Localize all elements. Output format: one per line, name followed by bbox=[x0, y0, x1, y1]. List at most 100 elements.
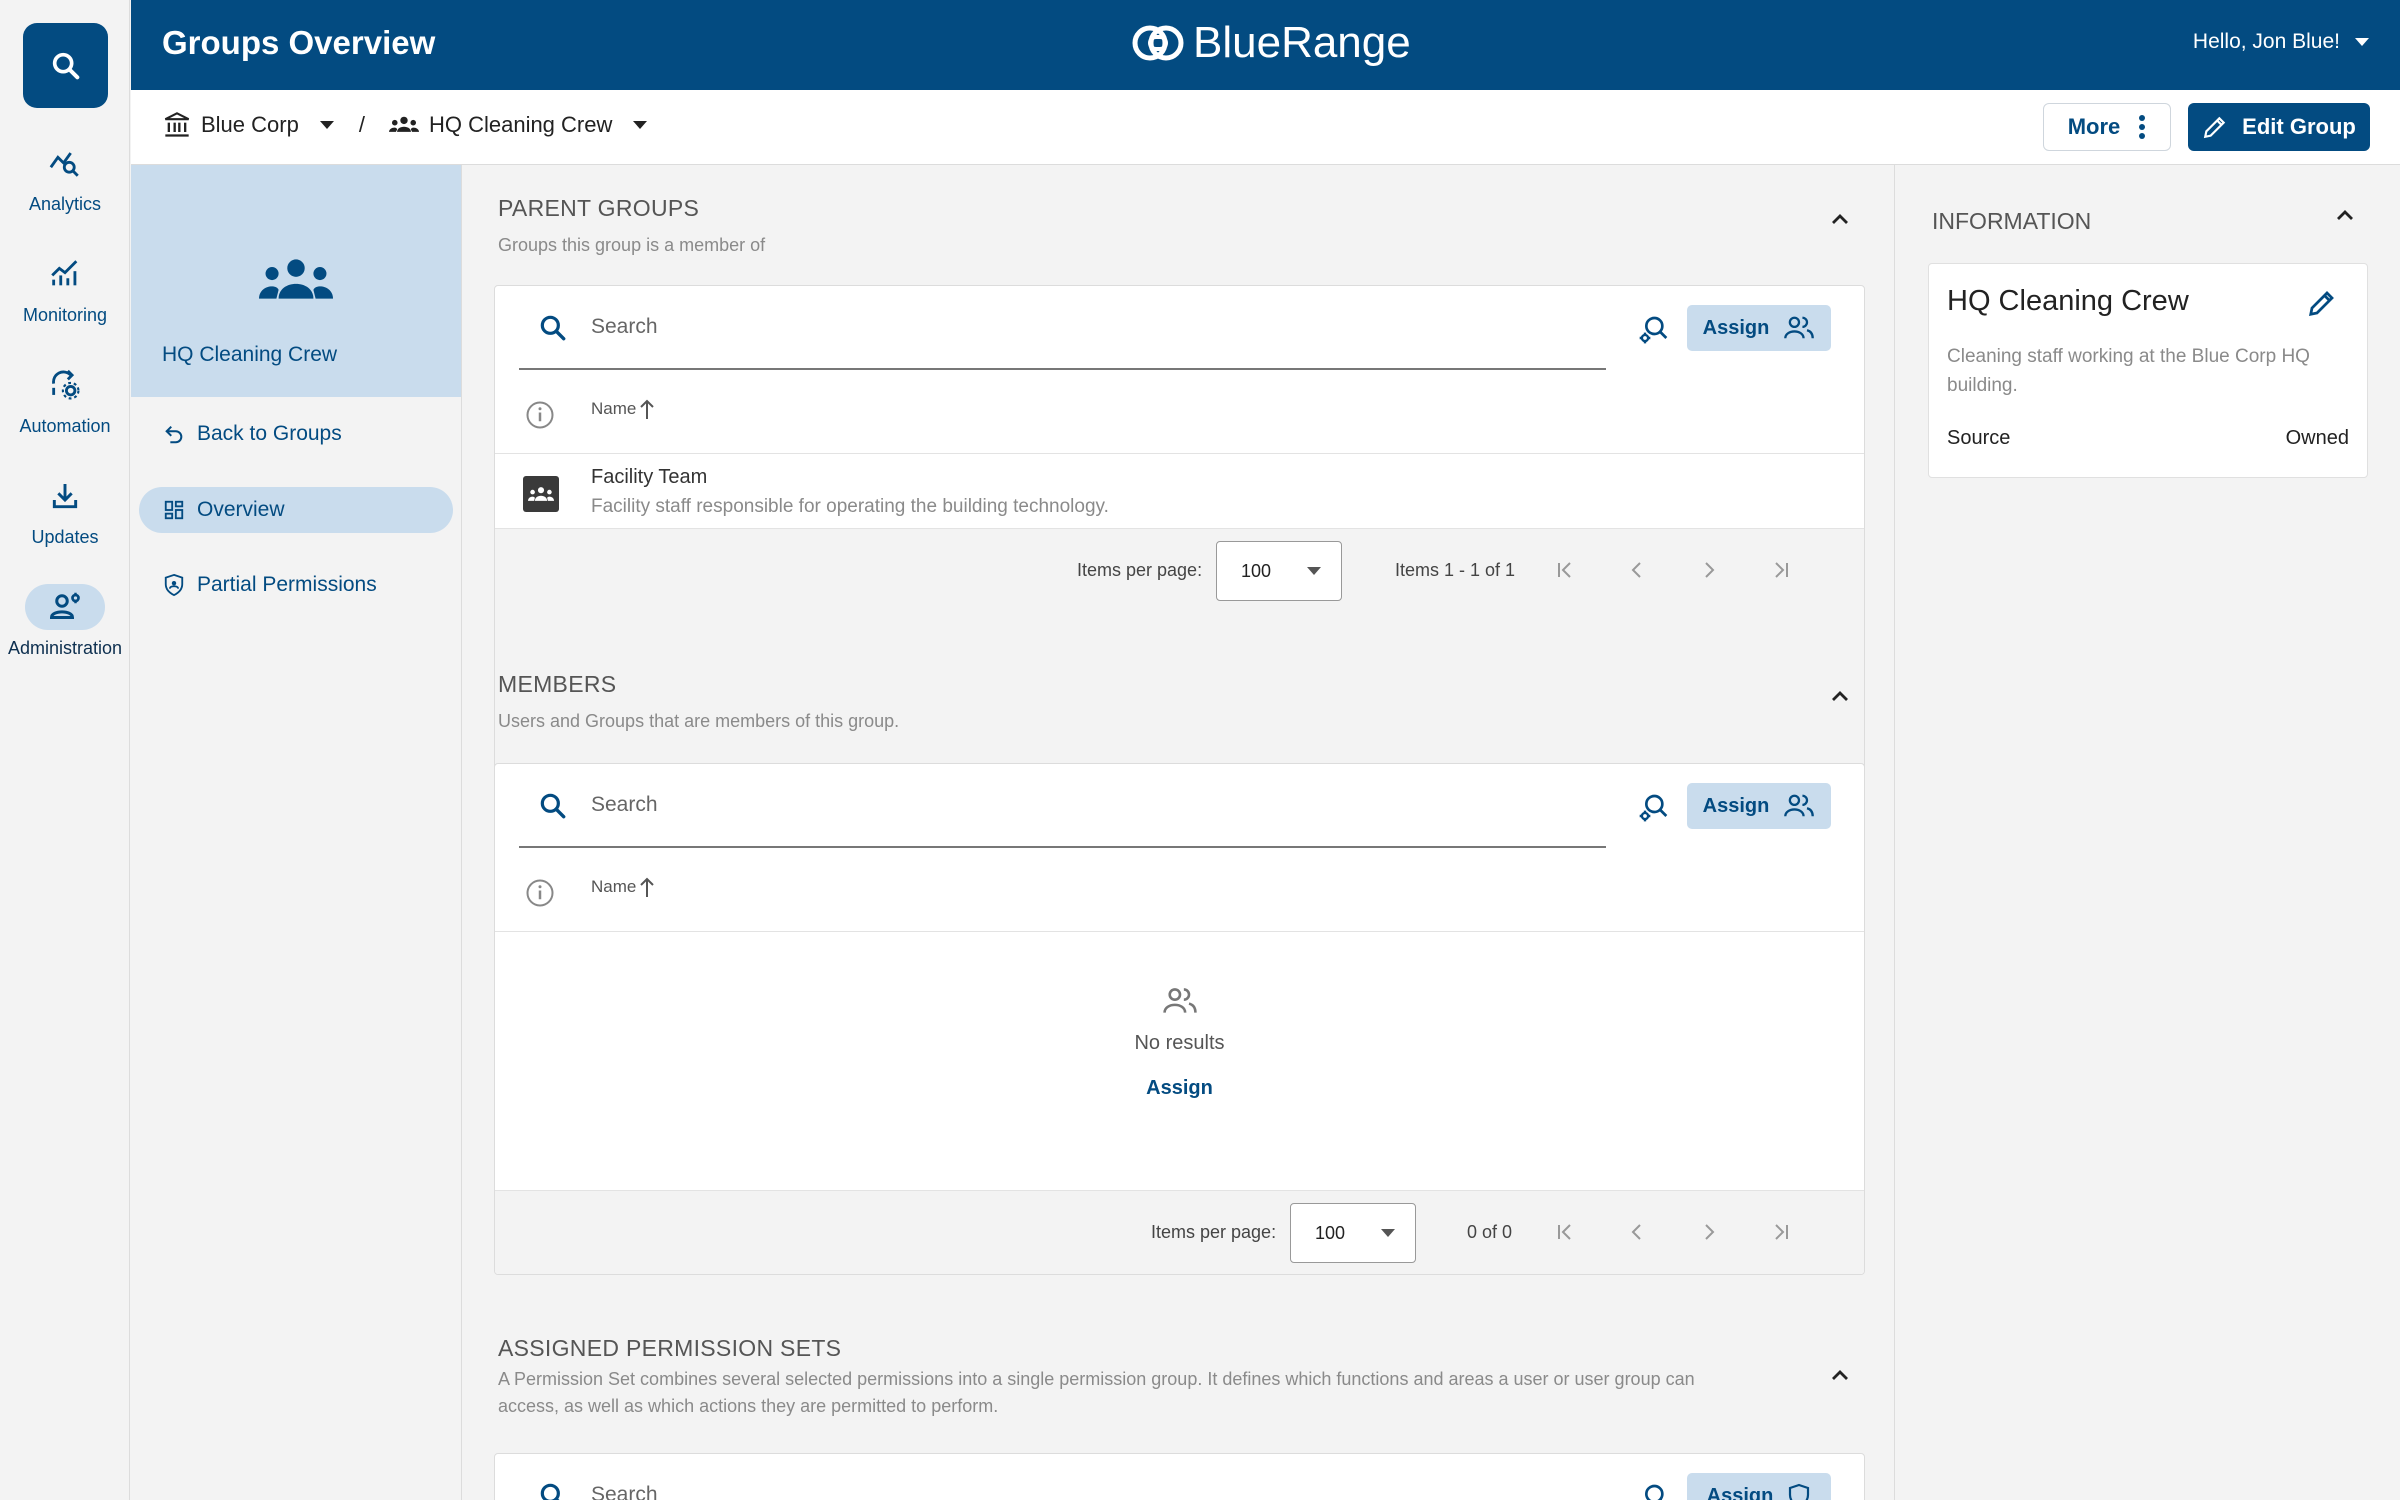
advanced-search-icon[interactable] bbox=[1637, 1482, 1669, 1500]
column-name-label: Name bbox=[591, 399, 637, 418]
rail-item-analytics[interactable]: Analytics bbox=[0, 140, 130, 215]
brand-logo: BlueRange bbox=[1131, 18, 1411, 68]
chevron-down-icon bbox=[2355, 38, 2369, 46]
empty-state-text: No results bbox=[1134, 1032, 1225, 1054]
search-icon bbox=[52, 52, 79, 79]
more-button-label: More bbox=[2067, 114, 2121, 139]
group-avatar bbox=[523, 476, 559, 512]
brand-name: BlueRange bbox=[1193, 18, 1411, 67]
nav-partial-permissions-label: Partial Permissions bbox=[197, 573, 377, 596]
parent-groups-assign-button[interactable]: Assign bbox=[1687, 305, 1831, 351]
toolbar: Blue Corp / HQ Cleaning Crew More Edit G… bbox=[131, 90, 2400, 165]
permission-sets-table: Search Assign bbox=[494, 1453, 1865, 1500]
chevron-up-icon[interactable] bbox=[1830, 689, 1850, 703]
empty-state-assign-link[interactable]: Assign bbox=[495, 1077, 1864, 1100]
advanced-search-icon[interactable] bbox=[1637, 792, 1669, 824]
breadcrumb-org[interactable]: Blue Corp bbox=[163, 111, 335, 139]
nav-partial-permissions[interactable]: Partial Permissions bbox=[139, 562, 453, 608]
last-page-icon[interactable] bbox=[1769, 1219, 1793, 1245]
admin-icon bbox=[49, 592, 80, 619]
column-name-header[interactable]: Name bbox=[591, 876, 655, 898]
first-page-icon[interactable] bbox=[1553, 1219, 1577, 1245]
items-per-page-select[interactable]: 100 bbox=[1290, 1203, 1416, 1263]
next-page-icon[interactable] bbox=[1697, 1219, 1721, 1245]
group-summary-card: HQ Cleaning Crew bbox=[131, 165, 461, 397]
prev-page-icon[interactable] bbox=[1625, 557, 1649, 583]
app-header: Groups Overview BlueRange Hello, Jon Blu… bbox=[131, 0, 2400, 90]
breadcrumb-group[interactable]: HQ Cleaning Crew bbox=[388, 111, 648, 139]
column-name-header[interactable]: Name bbox=[591, 398, 655, 420]
monitoring-icon bbox=[51, 260, 78, 286]
table-row[interactable]: Facility Team Facility staff responsible… bbox=[495, 456, 1864, 530]
nav-overview[interactable]: Overview bbox=[139, 487, 453, 533]
bank-icon bbox=[164, 112, 190, 137]
edit-group-button[interactable]: Edit Group bbox=[2188, 103, 2370, 151]
permission-sets-assign-button[interactable]: Assign bbox=[1687, 1473, 1831, 1500]
group-icon bbox=[259, 259, 333, 299]
empty-state: No results Assign bbox=[495, 986, 1864, 1100]
members-assign-button[interactable]: Assign bbox=[1687, 783, 1831, 829]
more-button[interactable]: More bbox=[2043, 103, 2171, 151]
info-description: Cleaning staff working at the Blue Corp … bbox=[1947, 346, 2310, 396]
permission-sets-subtitle: A Permission Set combines several select… bbox=[498, 1369, 1695, 1416]
parent-groups-header: PARENT GROUPS Groups this group is a mem… bbox=[498, 195, 765, 259]
group-add-icon bbox=[1784, 794, 1815, 817]
paginator: Items per page: 100 Items 1 - 1 of 1 bbox=[495, 528, 1864, 778]
items-per-page-label: Items per page: bbox=[1151, 1222, 1277, 1242]
last-page-icon[interactable] bbox=[1769, 557, 1793, 583]
items-per-page-select[interactable]: 100 bbox=[1216, 541, 1342, 601]
permission-sets-search: Search Assign bbox=[519, 1454, 1849, 1500]
advanced-search-icon[interactable] bbox=[1637, 314, 1669, 346]
caret-down-icon bbox=[1381, 1229, 1395, 1237]
permission-sets-search-input[interactable]: Search bbox=[591, 1483, 658, 1500]
next-page-icon[interactable] bbox=[1697, 557, 1721, 583]
prev-page-icon[interactable] bbox=[1625, 1219, 1649, 1245]
user-menu[interactable]: Hello, Jon Blue! bbox=[2193, 30, 2370, 54]
information-panel: INFORMATION HQ Cleaning Crew Cleaning st… bbox=[1894, 165, 2400, 1500]
table-header: Name bbox=[495, 370, 1864, 454]
global-search-button[interactable] bbox=[23, 23, 108, 108]
rail-item-updates[interactable]: Updates bbox=[0, 473, 130, 548]
caret-down-icon bbox=[1307, 567, 1321, 575]
items-per-page-label: Items per page: bbox=[1077, 560, 1203, 580]
parent-groups-search-input[interactable]: Search bbox=[591, 315, 658, 339]
rail-label-administration: Administration bbox=[7, 638, 123, 658]
first-page-icon[interactable] bbox=[1553, 557, 1577, 583]
nav-back-label: Back to Groups bbox=[197, 422, 342, 445]
more-vert-icon bbox=[2139, 115, 2146, 139]
shield-icon bbox=[164, 573, 184, 597]
information-title: INFORMATION bbox=[1932, 208, 2092, 234]
info-source-label: Source bbox=[1947, 427, 2011, 449]
parent-groups-search: Search Assign bbox=[519, 286, 1849, 370]
breadcrumb-group-label: HQ Cleaning Crew bbox=[428, 112, 613, 137]
pencil-icon bbox=[2204, 116, 2226, 139]
rail-label-analytics: Analytics bbox=[28, 194, 102, 214]
chevron-up-icon[interactable] bbox=[1830, 212, 1850, 226]
group-name: HQ Cleaning Crew bbox=[162, 343, 338, 366]
back-icon bbox=[165, 425, 183, 444]
nav-overview-label: Overview bbox=[197, 498, 285, 521]
members-header: MEMBERS Users and Groups that are member… bbox=[498, 671, 899, 735]
rail-label-monitoring: Monitoring bbox=[22, 305, 108, 325]
pencil-icon[interactable] bbox=[2307, 288, 2337, 318]
nav-back-to-groups[interactable]: Back to Groups bbox=[139, 411, 453, 457]
items-per-page-value: 100 bbox=[1241, 560, 1272, 581]
rail-item-monitoring[interactable]: Monitoring bbox=[0, 251, 130, 326]
rail-item-administration[interactable]: Administration bbox=[0, 584, 130, 659]
members-search-input[interactable]: Search bbox=[591, 793, 658, 817]
chevron-up-icon[interactable] bbox=[2335, 208, 2355, 222]
dashboard-icon bbox=[164, 500, 184, 520]
info-icon bbox=[526, 879, 554, 907]
information-card: HQ Cleaning Crew Cleaning staff working … bbox=[1928, 263, 2368, 478]
permission-sets-title: ASSIGNED PERMISSION SETS bbox=[498, 1335, 842, 1361]
side-rail: Analytics Monitoring Automation Updates … bbox=[0, 0, 130, 1500]
members-subtitle: Users and Groups that are members of thi… bbox=[498, 711, 900, 731]
breadcrumb-org-label: Blue Corp bbox=[201, 112, 299, 137]
search-icon bbox=[540, 315, 566, 341]
row-description: Facility staff responsible for operating… bbox=[591, 496, 1109, 517]
rail-item-automation[interactable]: Automation bbox=[0, 362, 130, 437]
rail-label-updates: Updates bbox=[31, 527, 99, 547]
chevron-up-icon[interactable] bbox=[1830, 1368, 1850, 1382]
group-add-icon bbox=[1784, 316, 1815, 339]
breadcrumb: Blue Corp / HQ Cleaning Crew bbox=[163, 111, 648, 139]
